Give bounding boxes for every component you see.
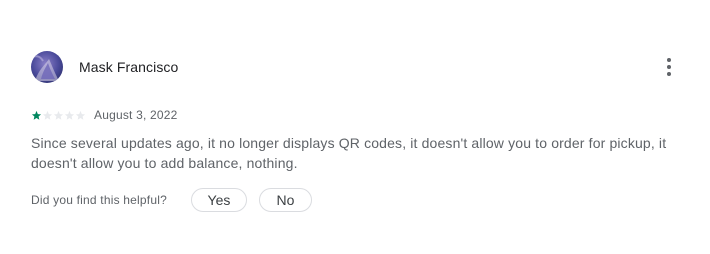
helpful-yes-button[interactable]: Yes	[190, 188, 247, 212]
review-text: Since several updates ago, it no longer …	[31, 135, 667, 171]
helpful-row: Did you find this helpful? Yes No	[31, 187, 681, 213]
helpful-no-button[interactable]: No	[258, 188, 312, 212]
review-header: Mask Francisco	[31, 50, 681, 84]
star-rating	[31, 110, 86, 121]
review-card: Mask Francisco August 3, 2022 Since seve…	[31, 50, 681, 213]
rating-row: August 3, 2022	[31, 108, 681, 122]
review-author-name: Mask Francisco	[79, 59, 179, 75]
star-empty-icon	[64, 110, 75, 120]
user-avatar-icon	[31, 51, 63, 83]
star-empty-icon	[42, 110, 53, 120]
helpful-question: Did you find this helpful?	[31, 193, 167, 207]
star-empty-icon	[53, 110, 64, 120]
review-date: August 3, 2022	[94, 108, 178, 122]
star-empty-icon	[75, 110, 86, 120]
more-options-icon[interactable]	[657, 55, 681, 79]
star-filled-icon	[31, 110, 42, 120]
